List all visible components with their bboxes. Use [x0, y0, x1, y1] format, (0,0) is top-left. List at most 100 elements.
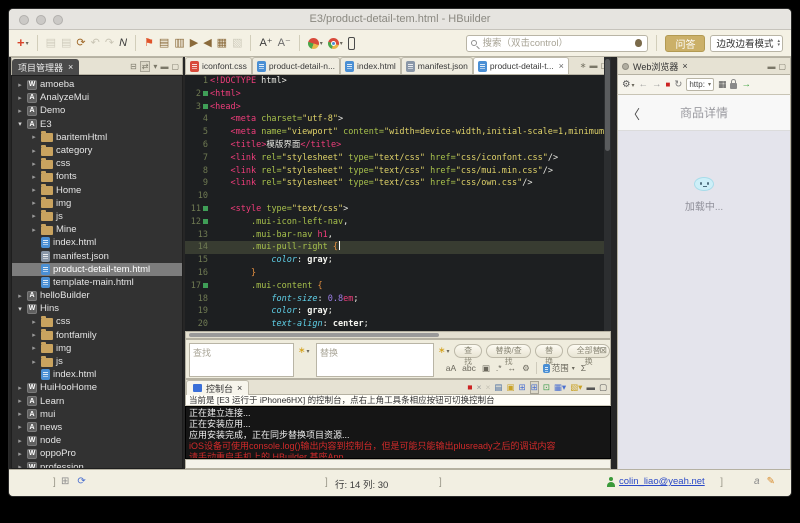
project-manager-tab[interactable]: 项目管理器 ×: [12, 59, 79, 75]
search-scope-control[interactable]: 范围 ▾: [536, 362, 575, 374]
open-external-button[interactable]: ⊡: [543, 382, 550, 393]
tree-expand-icon[interactable]: ▸: [30, 160, 38, 168]
tree-item-profession[interactable]: ▸Wprofession: [12, 460, 182, 469]
tree-item-Home[interactable]: ▸Home: [12, 184, 182, 197]
new-window-icon[interactable]: ⊞: [61, 476, 69, 487]
tree-item-Demo[interactable]: ▸ADemo: [12, 104, 182, 117]
run-on-device-button[interactable]: [348, 37, 355, 50]
step-forward-button[interactable]: ▶: [190, 36, 198, 50]
format-button[interactable]: N: [119, 36, 127, 50]
tree-expand-icon[interactable]: ▸: [16, 423, 24, 431]
font-increase-button[interactable]: A⁺: [259, 36, 272, 50]
tree-item-template-main.html[interactable]: template-main.html: [12, 276, 182, 289]
view-menu-icon[interactable]: ▾: [153, 62, 157, 71]
qr-code-icon[interactable]: ▦: [718, 79, 727, 90]
tree-item-product-detail-tem.html[interactable]: product-detail-tem.html: [12, 263, 182, 276]
tree-item-index.html[interactable]: index.html: [12, 236, 182, 249]
editor-tab-iconfont.css[interactable]: iconfont.css: [185, 57, 252, 74]
find-history-icon[interactable]: ∗▾: [298, 345, 310, 356]
fold-icon[interactable]: [203, 219, 208, 224]
tree-expand-icon[interactable]: ▸: [16, 81, 24, 89]
editor-horizontal-scrollbar[interactable]: [185, 331, 611, 339]
fold-icon[interactable]: [203, 206, 208, 211]
editor-tab-index.html[interactable]: index.html: [340, 57, 401, 74]
find-action-替换[interactable]: 替换: [535, 344, 563, 358]
close-console-tab-icon[interactable]: ×: [237, 383, 242, 393]
replace-input[interactable]: [316, 343, 434, 377]
browser-reload-icon[interactable]: ↻: [674, 79, 682, 90]
fold-icon[interactable]: [203, 91, 208, 96]
clear-all-button[interactable]: ×: [485, 382, 490, 392]
find-action-查找[interactable]: 查找: [454, 344, 482, 358]
tree-item-news[interactable]: ▸Anews: [12, 421, 182, 434]
tree-item-css[interactable]: ▸css: [12, 315, 182, 328]
tree-expand-icon[interactable]: ▸: [30, 173, 38, 181]
tree-item-amoeba[interactable]: ▸Wamoeba: [12, 78, 182, 91]
tree-item-fontfamily[interactable]: ▸fontfamily: [12, 329, 182, 342]
editor-tab-manifest.json[interactable]: manifest.json: [401, 57, 473, 74]
browser-back-icon[interactable]: ←: [639, 79, 649, 90]
console-prev-button[interactable]: ⊞: [518, 382, 525, 393]
close-tab-icon[interactable]: ×: [559, 61, 564, 71]
save-button[interactable]: ▤: [46, 36, 56, 50]
count-matches-icon[interactable]: Σ: [581, 363, 586, 373]
minimize-browser-icon[interactable]: ▬: [767, 62, 775, 71]
view-mode-select[interactable]: 边改边看模式 ▴▾: [710, 35, 783, 52]
tree-expand-icon[interactable]: ▸: [16, 384, 24, 392]
undo-button[interactable]: ↶: [91, 36, 100, 50]
editor-tab-product-detail-n...[interactable]: product-detail-n...: [252, 57, 340, 74]
browser-settings-icon[interactable]: ⚙▾: [622, 79, 635, 90]
tree-expand-icon[interactable]: ▸: [30, 331, 38, 339]
tree-item-css[interactable]: ▸css: [12, 157, 182, 170]
tree-expand-icon[interactable]: ▸: [16, 410, 24, 418]
tree-item-baritemHtml[interactable]: ▸baritemHtml: [12, 131, 182, 144]
tree-expand-icon[interactable]: ▸: [16, 292, 24, 300]
doc-sync-icon[interactable]: ▦: [217, 36, 227, 50]
tree-item-js[interactable]: ▸js: [12, 210, 182, 223]
tree-collapse-icon[interactable]: ▾: [16, 120, 24, 128]
copy-log-button[interactable]: ▤: [494, 382, 502, 393]
tree-item-E3[interactable]: ▾AE3: [12, 118, 182, 131]
tree-expand-icon[interactable]: ▸: [16, 107, 24, 115]
clear-console-button[interactable]: ×: [476, 382, 481, 392]
run-in-browser-button[interactable]: ▾: [308, 38, 323, 49]
bookmark-button[interactable]: ⚑: [144, 36, 154, 50]
tree-item-HuiHooHome[interactable]: ▸WHuiHooHome: [12, 381, 182, 394]
tree-expand-icon[interactable]: ▸: [30, 133, 38, 141]
close-findbar-icon[interactable]: ⊠: [599, 345, 607, 356]
pencil-icon[interactable]: ✎: [767, 476, 775, 487]
device-console-button[interactable]: ▦▾: [554, 382, 566, 393]
tree-item-Mine[interactable]: ▸Mine: [12, 223, 182, 236]
case-sensitive-icon[interactable]: aA: [446, 363, 456, 373]
tree-expand-icon[interactable]: ▸: [30, 358, 38, 366]
close-browser-tab-icon[interactable]: ×: [682, 61, 687, 71]
console-next-button[interactable]: ⊞: [530, 381, 539, 394]
close-panel-icon[interactable]: ×: [68, 62, 73, 72]
tree-item-category[interactable]: ▸category: [12, 144, 182, 157]
editor-tab-product-detail-t...[interactable]: product-detail-t...×: [473, 57, 569, 74]
find-input[interactable]: [189, 343, 294, 377]
tree-collapse-icon[interactable]: ▾: [16, 305, 24, 313]
qa-button[interactable]: 问答: [665, 35, 705, 52]
tree-item-Hins[interactable]: ▾WHins: [12, 302, 182, 315]
sync-status-icon[interactable]: ⟳: [77, 476, 85, 487]
whole-word-icon[interactable]: abc: [462, 363, 476, 373]
step-back-button[interactable]: ◀: [203, 36, 211, 50]
search-settings-icon[interactable]: ⚙: [522, 363, 530, 374]
lock-scroll-button[interactable]: ▣: [506, 382, 514, 393]
tree-expand-icon[interactable]: ▸: [30, 212, 38, 220]
tab-list-icon[interactable]: ∗: [580, 61, 587, 70]
tree-item-index.html[interactable]: index.html: [12, 368, 182, 381]
run-in-browser-button-dropdown-icon[interactable]: ▾: [320, 40, 323, 47]
new-console-button[interactable]: ▧▾: [570, 382, 582, 393]
browser-forward-icon[interactable]: →: [652, 79, 662, 90]
tree-item-oppoPro[interactable]: ▸WoppoPro: [12, 447, 182, 460]
minimize-editor-icon[interactable]: ▬: [589, 61, 597, 70]
go-icon[interactable]: →: [741, 79, 751, 90]
tree-item-Learn[interactable]: ▸ALearn: [12, 395, 182, 408]
collapse-all-icon[interactable]: ⊟: [130, 62, 137, 71]
tree-item-fonts[interactable]: ▸fonts: [12, 170, 182, 183]
doc-new-icon[interactable]: ▤: [159, 36, 169, 50]
maximize-browser-icon[interactable]: ▢: [778, 62, 786, 71]
maximize-panel-icon[interactable]: ▢: [171, 62, 179, 71]
